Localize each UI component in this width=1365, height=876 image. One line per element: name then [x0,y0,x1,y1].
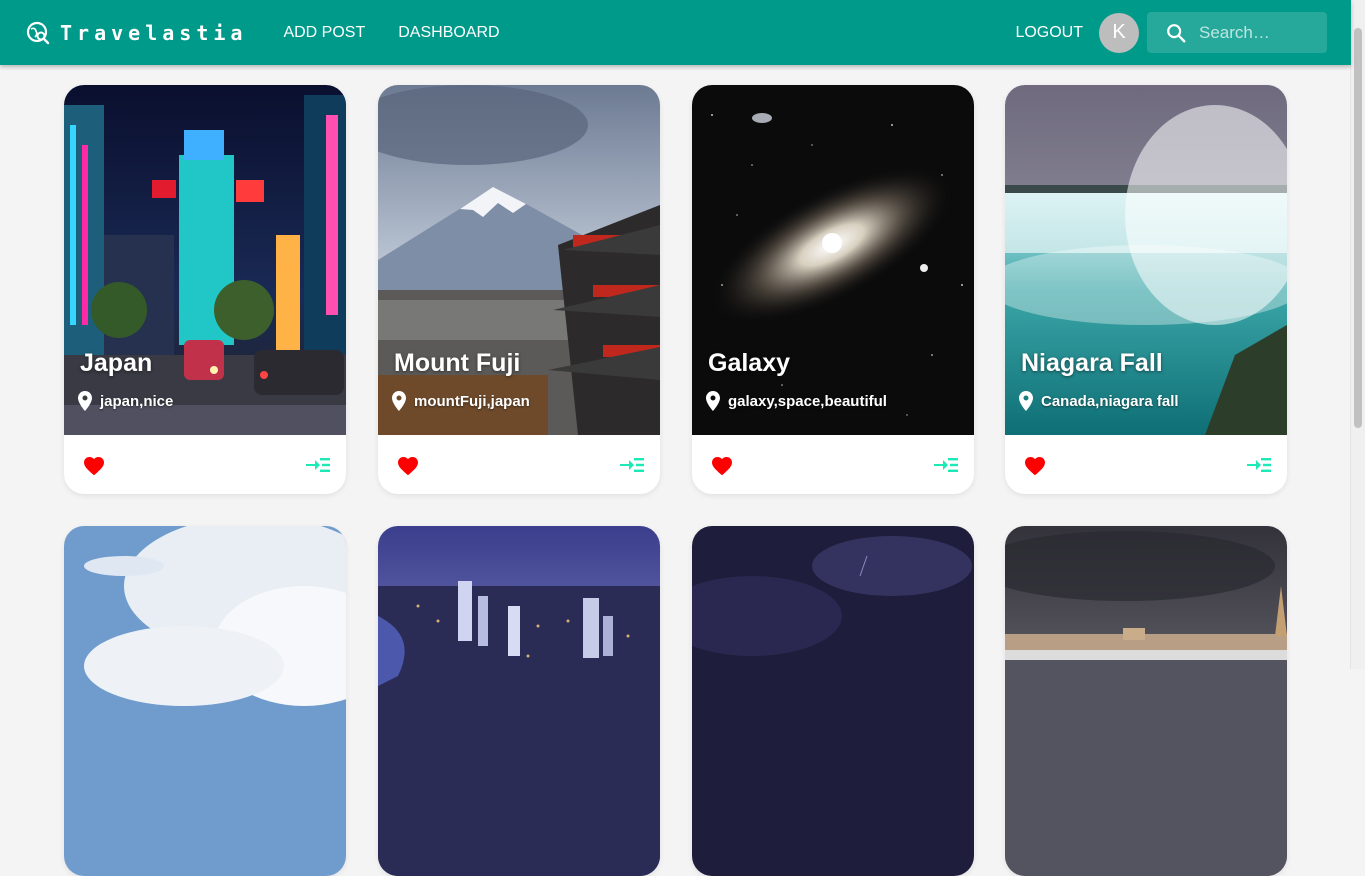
post-card[interactable] [1005,526,1287,876]
post-actions [1005,435,1287,494]
post-image[interactable]: Mount Fuji mountFuji,japan [378,85,660,435]
post-actions [692,435,974,494]
heart-icon[interactable] [82,454,106,476]
post-card[interactable]: Japan japan,nice [64,85,346,494]
scrollbar[interactable] [1350,0,1365,669]
post-image[interactable]: Galaxy galaxy,space,beautiful [692,85,974,435]
search-icon [1167,23,1186,42]
open-post-icon[interactable] [1247,457,1271,473]
logout-button[interactable]: LOGOUT [1015,24,1083,42]
post-card[interactable] [378,526,660,876]
post-tags: galaxy,space,beautiful [706,391,887,411]
app-bar: Travelastia ADD POST DASHBOARD LOGOUT K [0,0,1351,65]
location-pin-icon [1019,391,1033,411]
post-title: Japan [80,349,153,377]
galaxy-photo [692,85,974,435]
post-tags: mountFuji,japan [392,391,530,411]
post-image[interactable] [1005,526,1287,876]
nav-dashboard[interactable]: DASHBOARD [398,24,499,42]
bridge-storm-photo [1005,526,1287,876]
post-image[interactable]: Japan japan,nice [64,85,346,435]
post-image[interactable]: Niagara Fall Canada,niagara fall [1005,85,1287,435]
heart-icon[interactable] [1023,454,1047,476]
post-card[interactable]: Galaxy galaxy,space,beautiful [692,85,974,494]
post-tags-text: japan,nice [100,392,174,410]
post-tags-text: mountFuji,japan [414,392,530,410]
brand-name: Travelastia [60,20,248,45]
post-card[interactable] [64,526,346,876]
post-card[interactable] [692,526,974,876]
location-pin-icon [78,391,92,411]
travel-explore-icon [26,21,50,44]
waterfall-photo [1005,85,1287,435]
post-card[interactable]: Mount Fuji mountFuji,japan [378,85,660,494]
post-image[interactable] [64,526,346,876]
post-title: Galaxy [708,349,791,377]
clouds-sky-photo [64,526,346,876]
scrollbar-thumb[interactable] [1354,28,1362,428]
night-city-street-photo [64,85,346,435]
mountain-pagoda-photo [378,85,660,435]
brand[interactable]: Travelastia [26,21,247,45]
search-box[interactable] [1147,12,1327,53]
post-tags: japan,nice [78,391,173,411]
open-post-icon[interactable] [620,457,644,473]
location-pin-icon [706,391,720,411]
post-tags: Canada,niagara fall [1019,391,1179,411]
stormy-night-sky-photo [692,526,974,876]
open-post-icon[interactable] [306,457,330,473]
heart-icon[interactable] [396,454,420,476]
post-tags-text: Canada,niagara fall [1041,392,1179,410]
city-river-night-photo [378,526,660,876]
post-tags-text: galaxy,space,beautiful [728,392,887,410]
post-actions [378,435,660,494]
open-post-icon[interactable] [934,457,958,473]
post-title: Mount Fuji [394,349,521,377]
search-input[interactable] [1197,21,1311,44]
nav-add-post[interactable]: ADD POST [283,24,365,42]
post-actions [64,435,346,494]
post-image[interactable] [692,526,974,876]
avatar[interactable]: K [1099,12,1139,53]
post-card[interactable]: Niagara Fall Canada,niagara fall [1005,85,1287,494]
location-pin-icon [392,391,406,411]
post-title: Niagara Fall [1021,349,1163,377]
heart-icon[interactable] [710,454,734,476]
post-image[interactable] [378,526,660,876]
